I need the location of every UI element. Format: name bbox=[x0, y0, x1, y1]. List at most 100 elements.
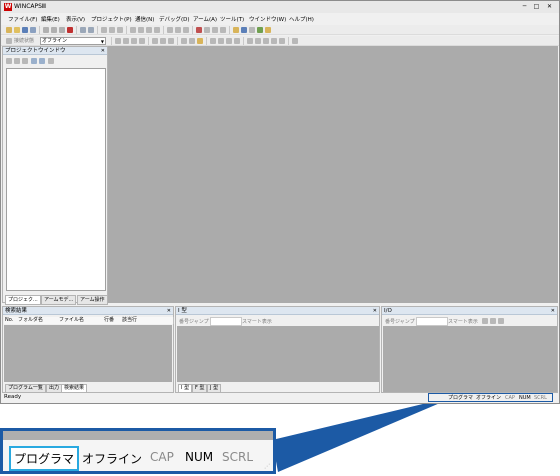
step-out-icon[interactable] bbox=[139, 38, 145, 44]
menu-arm[interactable]: アーム(A) bbox=[193, 15, 217, 23]
find-icon[interactable] bbox=[101, 27, 107, 33]
menu-project[interactable]: プロジェクト(P) bbox=[91, 15, 132, 23]
help-icon[interactable] bbox=[292, 38, 298, 44]
panel-close-icon[interactable]: ✕ bbox=[101, 47, 105, 55]
uncomment-icon[interactable] bbox=[154, 27, 160, 33]
tile-icon[interactable] bbox=[247, 38, 253, 44]
run-icon[interactable] bbox=[115, 38, 121, 44]
redo-icon[interactable] bbox=[88, 27, 94, 33]
watch-icon[interactable] bbox=[197, 38, 203, 44]
panel-close-icon[interactable]: ✕ bbox=[373, 307, 377, 315]
io-refresh-icon[interactable] bbox=[490, 318, 496, 324]
io-filter-icon[interactable] bbox=[482, 318, 488, 324]
next-bookmark-icon[interactable] bbox=[175, 27, 181, 33]
arrange-icon[interactable] bbox=[263, 38, 269, 44]
delete-icon[interactable] bbox=[67, 27, 73, 33]
receive-icon[interactable] bbox=[220, 27, 226, 33]
tab-arm-operation[interactable]: アーム操作 bbox=[77, 295, 108, 305]
layout-icon[interactable] bbox=[271, 38, 277, 44]
monitor-icon[interactable] bbox=[241, 27, 247, 33]
menu-debug[interactable]: デバッグ(D) bbox=[159, 15, 190, 23]
compile-icon[interactable] bbox=[196, 27, 202, 33]
add-file-icon[interactable] bbox=[6, 58, 12, 64]
project-tree[interactable] bbox=[6, 68, 106, 291]
smart-display-toggle[interactable]: スマート表示 bbox=[242, 318, 272, 325]
io-settings-icon[interactable] bbox=[498, 318, 504, 324]
comment-icon[interactable] bbox=[146, 27, 152, 33]
sort-icon[interactable] bbox=[48, 58, 54, 64]
menu-window[interactable]: ウインドウ(W) bbox=[249, 15, 286, 23]
step-over-icon[interactable] bbox=[131, 38, 137, 44]
log-icon[interactable] bbox=[234, 38, 240, 44]
tab-arm-model[interactable]: アームモデ... bbox=[41, 295, 77, 305]
reset-icon[interactable] bbox=[168, 38, 174, 44]
project-icon[interactable] bbox=[233, 27, 239, 33]
undo-icon[interactable] bbox=[80, 27, 86, 33]
minimize-button[interactable]: ─ bbox=[520, 3, 529, 11]
jump-number-input[interactable] bbox=[210, 317, 242, 326]
save-icon[interactable] bbox=[22, 27, 28, 33]
menu-file[interactable]: ファイル(F) bbox=[8, 15, 37, 23]
column-folder[interactable]: フォルダ名 bbox=[17, 317, 59, 324]
move-down-icon[interactable] bbox=[39, 58, 45, 64]
cut-icon[interactable] bbox=[43, 27, 49, 33]
panel-close-icon[interactable]: ✕ bbox=[167, 307, 171, 315]
remove-file-icon[interactable] bbox=[14, 58, 20, 64]
tab-search-results[interactable]: 検索結果 bbox=[61, 384, 88, 393]
close-button[interactable]: ✕ bbox=[545, 3, 554, 11]
i-variable-list[interactable] bbox=[177, 326, 379, 382]
tab-i-type[interactable]: I 型 bbox=[178, 384, 193, 393]
clear-breakpoint-icon[interactable] bbox=[189, 38, 195, 44]
panel-close-icon[interactable]: ✕ bbox=[551, 307, 555, 315]
breakpoint-icon[interactable] bbox=[181, 38, 187, 44]
step-icon[interactable] bbox=[123, 38, 129, 44]
copy-icon[interactable] bbox=[51, 27, 57, 33]
stop-icon[interactable] bbox=[152, 38, 158, 44]
io-icon[interactable] bbox=[210, 38, 216, 44]
cascade-icon[interactable] bbox=[255, 38, 261, 44]
io-list[interactable] bbox=[383, 326, 557, 392]
menu-view[interactable]: 表示(V) bbox=[66, 15, 85, 23]
column-line[interactable]: 行番 bbox=[103, 317, 122, 324]
tab-f-type[interactable]: F 型 bbox=[192, 384, 208, 393]
print-icon[interactable] bbox=[117, 27, 123, 33]
menu-comm[interactable]: 通信(N) bbox=[135, 15, 154, 23]
new-project-icon[interactable] bbox=[6, 27, 12, 33]
column-no[interactable]: No. bbox=[4, 317, 18, 324]
connect-icon[interactable] bbox=[6, 38, 12, 44]
paste-icon[interactable] bbox=[59, 27, 65, 33]
check-icon[interactable] bbox=[204, 27, 210, 33]
io-jump-number-input[interactable] bbox=[416, 317, 448, 326]
menu-edit[interactable]: 編集(E) bbox=[41, 15, 60, 23]
mdi-workspace[interactable] bbox=[108, 46, 558, 303]
save-all-icon[interactable] bbox=[30, 27, 36, 33]
tab-j-type[interactable]: J 型 bbox=[207, 384, 222, 393]
column-file[interactable]: ファイル名 bbox=[58, 317, 104, 324]
indent-icon[interactable] bbox=[130, 27, 136, 33]
window-list-icon[interactable] bbox=[279, 38, 285, 44]
transfer-icon[interactable] bbox=[212, 27, 218, 33]
menu-help[interactable]: ヘルプ(H) bbox=[289, 15, 314, 23]
outdent-icon[interactable] bbox=[138, 27, 144, 33]
replace-icon[interactable] bbox=[109, 27, 115, 33]
variable-view-icon[interactable] bbox=[218, 38, 224, 44]
trace-icon[interactable] bbox=[226, 38, 232, 44]
search-icon[interactable] bbox=[249, 27, 255, 33]
move-up-icon[interactable] bbox=[31, 58, 37, 64]
variable-icon[interactable] bbox=[265, 27, 271, 33]
tab-output[interactable]: 出力 bbox=[46, 384, 63, 393]
connection-state-select[interactable]: オフライン ▼ bbox=[40, 37, 106, 45]
maximize-button[interactable]: □ bbox=[532, 3, 541, 11]
tab-program-list[interactable]: プログラム一覧 bbox=[5, 384, 46, 393]
io-smart-display-toggle[interactable]: スマート表示 bbox=[448, 318, 478, 325]
menu-tools[interactable]: ツール(T) bbox=[220, 15, 244, 23]
search-results-list[interactable] bbox=[4, 325, 172, 382]
pause-icon[interactable] bbox=[160, 38, 166, 44]
open-folder-icon[interactable] bbox=[14, 27, 20, 33]
properties-icon[interactable] bbox=[22, 58, 28, 64]
tab-project[interactable]: プロジェク... bbox=[5, 295, 41, 305]
prev-bookmark-icon[interactable] bbox=[183, 27, 189, 33]
column-match[interactable]: 該当行 bbox=[121, 317, 174, 324]
arm-view-icon[interactable] bbox=[257, 27, 263, 33]
bookmark-icon[interactable] bbox=[167, 27, 173, 33]
